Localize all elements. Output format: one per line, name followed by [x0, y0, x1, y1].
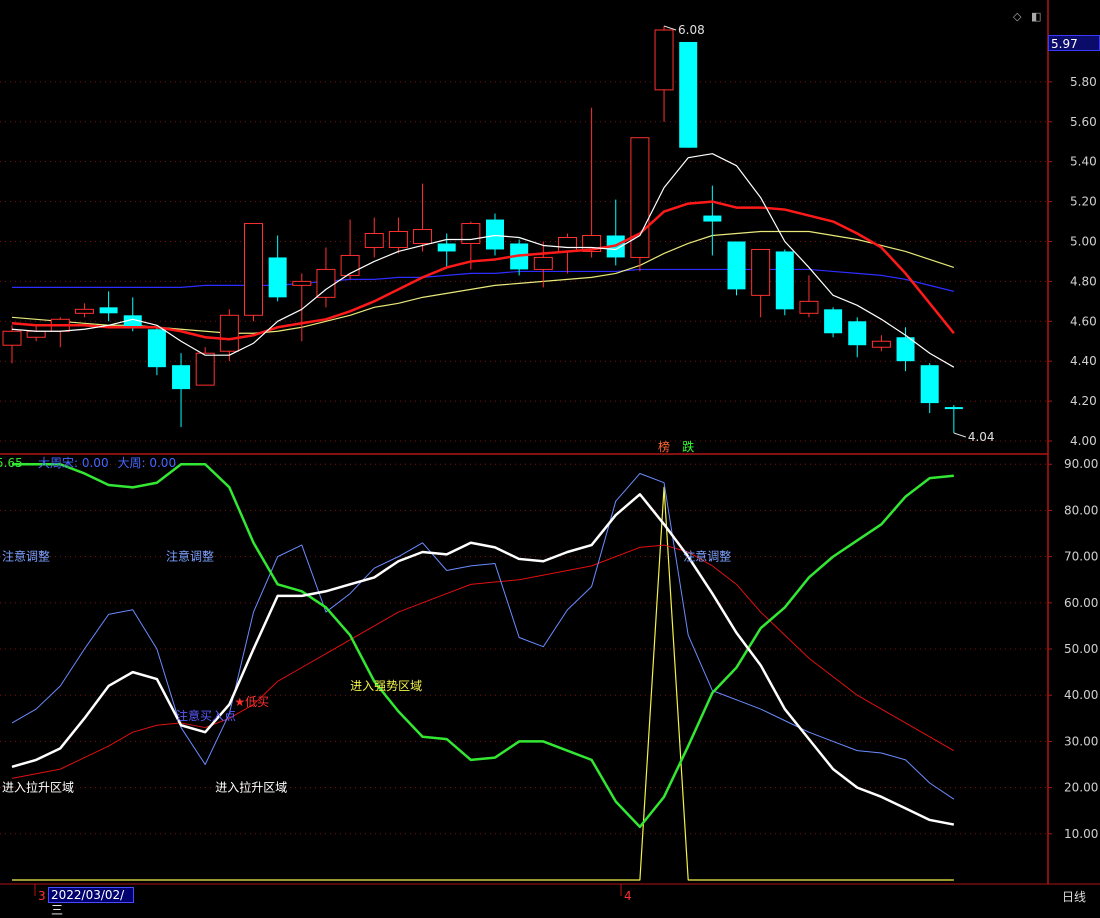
price-tick-label: 4.00: [1070, 434, 1097, 448]
price-tick-label: 4.40: [1070, 354, 1097, 368]
indicator-tick-label: 80.00: [1064, 503, 1098, 517]
candle-body-up: [751, 248, 771, 296]
candle-body-up: [461, 223, 481, 244]
indicator-annotation-label: 注意买入点: [176, 708, 236, 723]
price-annotation-arrow: [953, 432, 967, 438]
candle-body-up: [316, 268, 336, 298]
stock-chart: 4.00 4.20 4.40 4.60 4.80 5.00 5.20 5.40 5.60 5.80…: [0, 0, 1100, 903]
price-tick-label: 5.00: [1070, 234, 1097, 248]
indicator-tick-label: 90.00: [1064, 457, 1098, 471]
price-tick-label: 5.40: [1070, 155, 1097, 169]
candle-body-down: [848, 321, 867, 346]
candle-body-up: [871, 340, 891, 348]
candle-body-down: [703, 215, 722, 222]
candle-body-up: [2, 330, 22, 346]
ma-red-line: [11, 200, 955, 341]
ma-blue-line: [12, 268, 954, 292]
period-button[interactable]: 日线: [1048, 888, 1100, 906]
indicator-green-line: [12, 462, 954, 829]
candle-body-up: [799, 300, 819, 314]
indicator-annotation-label: 注意调整: [2, 549, 50, 564]
candle-body-up: [219, 314, 239, 352]
indicator-annotation-label: 进入拉升区域: [2, 780, 74, 795]
indicator-tick-label: 30.00: [1064, 734, 1098, 748]
indicator-header-label: 5.65: [0, 456, 23, 470]
indicator-tick-label: 70.00: [1064, 550, 1098, 564]
indicator-blue-line: [11, 472, 955, 800]
candle-body-up: [340, 254, 360, 276]
candle-body-down: [775, 251, 794, 310]
candle-body-up: [654, 29, 674, 91]
candle-body-up: [26, 330, 46, 338]
signal-tag: 跌: [682, 439, 694, 454]
indicator-tick-label: 20.00: [1064, 781, 1098, 795]
indicator-annotation-label: 进入拉升区域: [215, 780, 287, 795]
indicator-header-label: 大周宋: 0.00: [38, 455, 109, 470]
indicator-tick-label: 60.00: [1064, 596, 1098, 610]
price-tick-label: 4.20: [1070, 394, 1097, 408]
candle-body-up: [364, 233, 384, 248]
price-tick-label: 5.80: [1070, 75, 1097, 89]
candle-body-down: [147, 329, 166, 368]
price-annotation-arrow: [663, 25, 677, 31]
current-price-label: 5.97: [1048, 35, 1100, 51]
candle-body-down: [99, 307, 118, 314]
signal-tag: 榜: [658, 439, 670, 454]
candle-body-down: [268, 257, 287, 298]
price-tick-label: 5.60: [1070, 115, 1097, 129]
candle-body-down: [727, 241, 746, 290]
month-label: 3: [38, 889, 46, 903]
price-tick-label: 4.80: [1070, 274, 1097, 288]
candle-body-up: [292, 280, 312, 286]
candle-body-up: [557, 236, 577, 252]
candle-body-up: [244, 223, 263, 316]
month-label: 4: [624, 889, 632, 903]
indicator-annotation-label: 注意调整: [683, 549, 731, 564]
indicator-annotation-label: 注意调整: [166, 549, 214, 564]
candle-body-up: [195, 352, 215, 386]
indicator-annotation-label: 进入强势区域: [350, 679, 422, 693]
cursor-date-label: 2022/03/02/三: [48, 887, 134, 917]
candle-body-up: [413, 229, 433, 244]
diamond-icon[interactable]: ◇: [1013, 10, 1021, 23]
price-annotation-label: 4.04: [968, 430, 995, 444]
indicator-tick-label: 40.00: [1064, 688, 1098, 702]
candle-body-down: [437, 243, 456, 252]
candle-body-down: [172, 365, 191, 390]
indicator-annotation-label: ★低买: [234, 695, 269, 709]
candle-body-up: [388, 231, 408, 248]
candle-body-down: [679, 41, 698, 148]
ma-yellow-line: [11, 230, 955, 334]
candle-body-down: [486, 219, 504, 250]
candle-body-down: [824, 309, 843, 334]
candle-body-up: [533, 256, 553, 270]
candle-body-down: [944, 407, 963, 410]
indicator-header-label: 大周: 0.00: [118, 456, 177, 470]
top-icons: ◇ ◧: [1013, 10, 1041, 23]
candle-body-down: [896, 337, 915, 362]
square-icon[interactable]: ◧: [1031, 10, 1041, 23]
price-tick-label: 5.20: [1070, 195, 1097, 209]
indicator-tick-label: 50.00: [1064, 642, 1098, 656]
price-annotation-label: 6.08: [678, 23, 705, 37]
indicator-tick-label: 10.00: [1064, 827, 1098, 841]
indicator-white-line: [11, 493, 955, 826]
price-tick-label: 4.60: [1070, 314, 1097, 328]
candle-body-down: [920, 365, 939, 404]
candle-body-up: [74, 308, 94, 314]
